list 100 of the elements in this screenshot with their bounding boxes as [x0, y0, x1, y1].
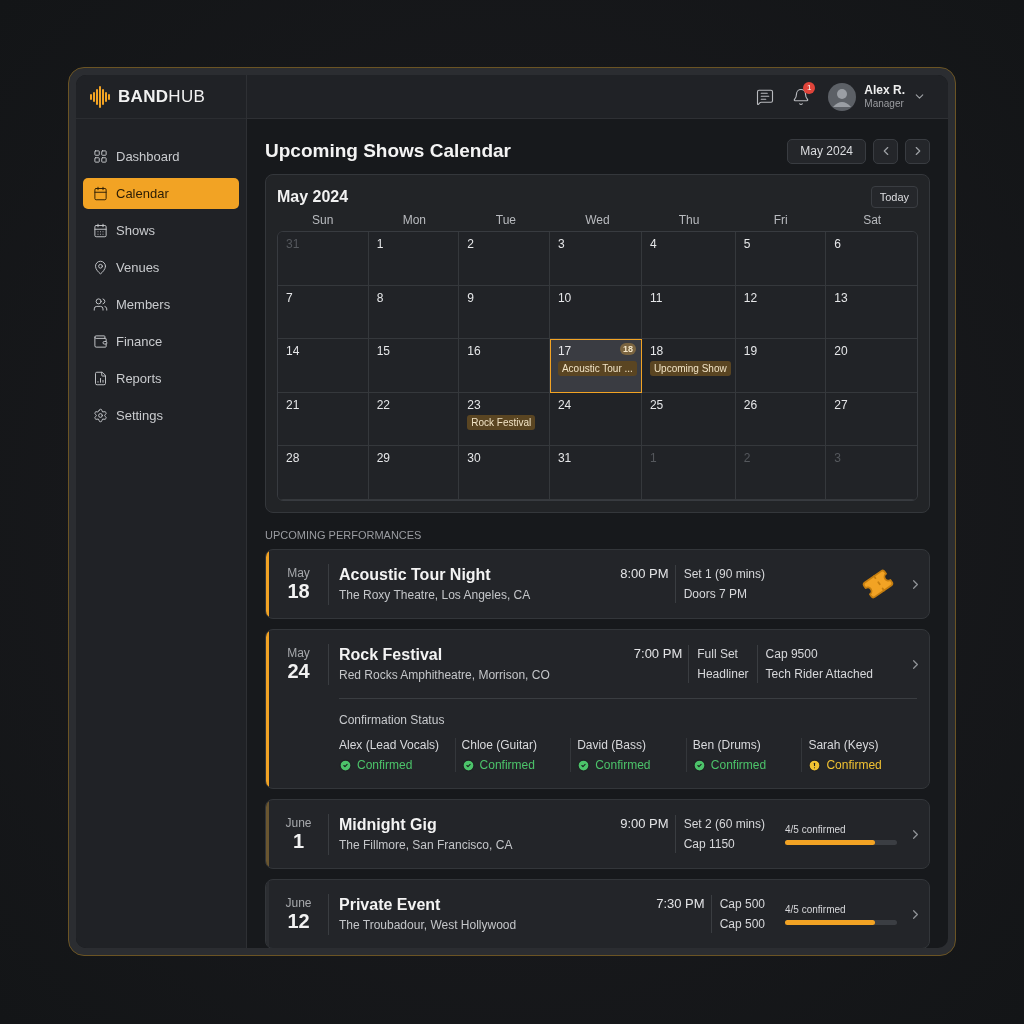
day-number: 26 [743, 397, 758, 412]
sidebar-item[interactable]: Finance [83, 326, 239, 357]
calendar-day[interactable]: 25 [641, 392, 736, 447]
event-chip[interactable]: Acoustic Tour ... [557, 361, 637, 377]
calendar-day[interactable]: 4 [641, 232, 736, 286]
day-number: 22 [376, 397, 390, 412]
calendar-day[interactable]: 23 Rock Festival [459, 392, 550, 447]
date-month: June [285, 815, 312, 830]
next-button[interactable] [905, 138, 930, 164]
calendar-day[interactable]: 26 [735, 392, 827, 447]
today-button[interactable]: Today [870, 186, 918, 208]
calendar-day[interactable]: 16 [459, 339, 550, 393]
performance-card[interactable]: May 18 Acoustic Tour Night The Roxy Theatre, Los Angeles, CA 8:00 PM Set 1 (90 mins) Doors 7 PM [265, 549, 930, 619]
performance-card[interactable] [265, 629, 930, 789]
day-number: 1 [376, 237, 384, 251]
calendar-day[interactable]: 2 [459, 232, 550, 286]
day-number: 30 [467, 451, 481, 466]
brand-name: BANDHUB [118, 86, 206, 107]
date-month: May [287, 565, 310, 580]
notification-icon[interactable] [792, 87, 811, 106]
calendar-day[interactable]: 17 18 Acoustic Tour ... [549, 339, 642, 393]
calendar-day[interactable]: 6 [826, 232, 917, 286]
count-badge: 18 [619, 343, 636, 356]
calendar-day[interactable]: 28 [278, 446, 369, 500]
sidebar-item[interactable]: Dashboard [83, 141, 239, 172]
calendar-day[interactable]: 29 [368, 446, 460, 500]
notification-badge: 1 [803, 81, 816, 94]
detail-text: Tech Rider Attached [765, 667, 873, 681]
progress-label: 4/5 confirmed [785, 903, 847, 915]
day-number: 17 [557, 344, 572, 359]
section-label: UPCOMING PERFORMANCES [265, 529, 423, 543]
show-title: Rock Festival [339, 646, 444, 664]
calendar-day[interactable]: 22 [368, 392, 460, 447]
avatar [828, 82, 857, 111]
event-chip[interactable]: Upcoming Show [649, 361, 731, 377]
calendar-day[interactable]: 1 [368, 232, 460, 286]
calendar-day[interactable]: 18 Upcoming Show [641, 339, 736, 393]
calendar-day[interactable]: 24 [549, 392, 642, 447]
member-name: Sarah (Keys) [808, 738, 880, 752]
sidebar-item[interactable]: Calendar [83, 178, 239, 209]
day-number: 23 [467, 397, 481, 412]
calendar-day[interactable]: 15 [368, 339, 460, 393]
show-time: 8:00 PM [620, 566, 670, 581]
calendar-day[interactable]: 30 [459, 446, 550, 500]
calendar-icon [93, 186, 108, 201]
settings-icon [93, 408, 108, 423]
month-picker[interactable]: May 2024 [787, 138, 866, 164]
status-text: Confirmed [710, 758, 767, 772]
day-number: 5 [743, 237, 751, 251]
sidebar-item[interactable]: Settings [83, 400, 239, 431]
day-number: 27 [834, 397, 848, 412]
detail-text: Doors 7 PM [683, 587, 748, 601]
detail-text: Set 2 (60 mins) [683, 817, 765, 831]
event-chip[interactable]: Rock Festival [467, 414, 536, 430]
calendar-day[interactable]: 11 [641, 285, 736, 340]
confirmation-title: Confirmation Status [339, 713, 446, 727]
day-number: 24 [557, 397, 572, 412]
weekday-label: Tue [494, 213, 518, 227]
sidebar-item[interactable]: Venues [83, 252, 239, 283]
weekday-label: Mon [401, 213, 427, 227]
calendar-day[interactable]: 9 [459, 285, 550, 340]
calendar-day[interactable]: 21 [278, 392, 369, 447]
previous-button[interactable] [873, 138, 898, 164]
status-text: Confirmed [595, 758, 651, 772]
calendar-day[interactable]: 31 [549, 446, 642, 500]
message-icon[interactable] [756, 87, 775, 106]
calendar-day[interactable]: 10 [549, 285, 642, 340]
day-number: 3 [557, 237, 565, 251]
weekday-label: Sun [311, 213, 335, 227]
performance-card[interactable]: June 1 Midnight Gig The Fillmore, San Francisco, CA 9:00 PM Set 2 (60 mins) Cap 1150 4/5 confirmed [265, 799, 930, 869]
calendar-title: May 2024 [277, 188, 349, 206]
calendar-day[interactable]: 19 [735, 339, 827, 393]
date-day: 18 [287, 579, 310, 603]
calendar-day[interactable]: 12 [735, 285, 827, 340]
day-number: 16 [467, 344, 481, 359]
day-number: 8 [376, 290, 384, 305]
detail-text: Cap 9500 [765, 647, 819, 661]
sidebar-item[interactable]: Shows [83, 215, 239, 246]
day-number: 12 [743, 290, 758, 305]
calendar-day[interactable]: 8 [368, 285, 460, 340]
sidebar-item[interactable]: Reports [83, 363, 239, 394]
day-number: 25 [649, 397, 664, 412]
calendar-day[interactable]: 7 [278, 285, 369, 340]
day-number: 4 [649, 237, 657, 251]
day-number: 29 [376, 451, 390, 466]
day-number: 2 [467, 237, 474, 251]
calendar-day[interactable]: 3 [549, 232, 642, 286]
member-name: Alex (Lead Vocals) [339, 738, 441, 752]
calendar-day[interactable]: 5 [735, 232, 827, 286]
calendar-day[interactable]: 14 [278, 339, 369, 393]
day-number: 9 [467, 290, 474, 305]
calendar-icon [93, 223, 108, 238]
sidebar-item[interactable]: Members [83, 289, 239, 320]
map-pin-icon [93, 260, 108, 275]
performance-card[interactable]: June 12 Private Event The Troubadour, West Hollywood 7:30 PM Cap 500 Cap 500 4/5 confirmed [265, 879, 930, 948]
show-title: Acoustic Tour Night [339, 566, 492, 584]
venue-text: The Troubadour, West Hollywood [339, 918, 518, 932]
day-number: 14 [286, 344, 300, 359]
detail-text: Cap 500 [719, 897, 765, 911]
user-name: Alex R. [864, 83, 905, 98]
